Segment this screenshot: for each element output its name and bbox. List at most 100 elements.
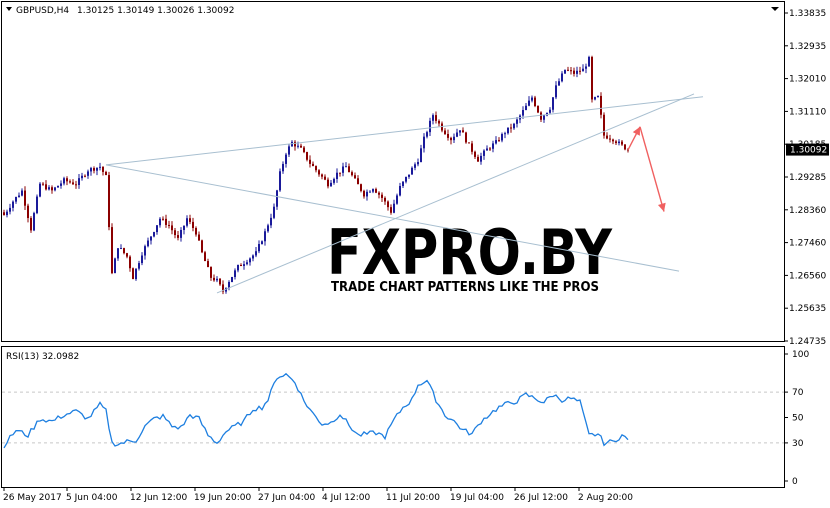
candle-body (417, 162, 419, 165)
candle-body (405, 176, 407, 182)
symbol-header: GBPUSD,H4 1.30125 1.30149 1.30026 1.3009… (6, 6, 234, 16)
candle-body (387, 201, 389, 208)
candle-body (126, 253, 128, 257)
candle-body (612, 139, 614, 142)
candle (132, 267, 134, 280)
candle-body (594, 97, 596, 100)
candle-body (267, 225, 269, 232)
price-tick-label: 1.32010 (789, 75, 826, 85)
candle-body (30, 218, 32, 231)
candle-body (156, 225, 158, 233)
candle (108, 171, 110, 231)
candle-body (108, 175, 110, 228)
candle-body (264, 231, 266, 242)
candle-body (105, 171, 107, 176)
candle (537, 105, 539, 114)
candle-body (168, 224, 170, 226)
candle-body (369, 191, 371, 193)
candle-body (393, 203, 395, 213)
watermark-logo: FXPRO.BY TRADE CHART PATTERNS LIKE THE P… (326, 216, 613, 297)
candle-body (144, 246, 146, 256)
candle-body (96, 167, 98, 171)
candle-body (408, 174, 410, 177)
candle-body (333, 178, 335, 183)
candle (603, 112, 605, 139)
candle-body (561, 73, 563, 82)
candle-body (579, 70, 581, 72)
candle-body (87, 171, 89, 176)
time-tick-label: 27 Jun 04:00 (258, 493, 315, 503)
candle-body (411, 167, 413, 175)
candle-body (525, 105, 527, 111)
candle (468, 142, 470, 144)
candle-body (390, 207, 392, 213)
candle-body (33, 213, 35, 231)
candle-body (324, 176, 326, 180)
candle-body (366, 191, 368, 197)
candle-body (12, 201, 14, 208)
candle-body (591, 56, 593, 100)
candle (204, 250, 206, 262)
candle-body (573, 70, 575, 74)
candle-body (48, 187, 50, 190)
candle (201, 239, 203, 254)
time-tick-label: 11 Jul 20:00 (386, 493, 440, 503)
candle-body (384, 197, 386, 202)
candle-body (174, 230, 176, 236)
candle-body (465, 132, 467, 143)
candle-body (243, 264, 245, 266)
candle-body (18, 195, 20, 197)
candle-body (135, 268, 137, 280)
candle-body (132, 268, 134, 280)
candle-body (51, 187, 53, 191)
candle-body (567, 69, 569, 71)
time-tick-label: 26 Jul 12:00 (514, 493, 568, 503)
candle-body (375, 189, 377, 193)
price-tick-label: 1.25635 (789, 304, 826, 314)
candle-body (216, 278, 218, 281)
candle-body (372, 189, 374, 192)
candle-body (294, 141, 296, 147)
candle-body (357, 178, 359, 185)
candle-body (171, 225, 173, 231)
candle-body (381, 194, 383, 198)
candle-body (570, 70, 572, 72)
candle-body (189, 218, 191, 222)
rsi-tick-label: 30 (792, 439, 804, 449)
price-tick-label: 1.31110 (789, 107, 826, 117)
candle-body (261, 241, 263, 245)
candle-body (36, 196, 38, 214)
candle-body (300, 145, 302, 148)
candle-body (543, 115, 545, 120)
candle-body (258, 244, 260, 252)
price-tick-label: 1.27460 (789, 239, 826, 249)
candle-body (459, 130, 461, 133)
candle (279, 168, 281, 192)
candle-body (447, 133, 449, 138)
candle-body (252, 255, 254, 259)
candle-body (21, 190, 23, 196)
candle-body (129, 256, 131, 269)
candle-body (327, 179, 329, 187)
rsi-panel (1, 346, 785, 488)
candle-body (588, 56, 590, 67)
candle-body (84, 175, 86, 177)
candle-body (138, 263, 140, 269)
candle-body (489, 148, 491, 150)
candle-body (288, 146, 290, 155)
price-tick-label: 1.24735 (789, 337, 826, 347)
candle-body (180, 229, 182, 238)
candle (39, 182, 41, 198)
candle-body (537, 106, 539, 113)
candle-body (453, 136, 455, 141)
candle-body (81, 175, 83, 179)
candle-body (456, 132, 458, 137)
candle (30, 216, 32, 233)
candle-body (504, 133, 506, 135)
time-tick-label: 19 Jul 04:00 (450, 493, 504, 503)
rsi-tick-label: 70 (792, 388, 804, 398)
candle-body (45, 184, 47, 190)
candle-body (120, 248, 122, 250)
candle-body (597, 95, 599, 98)
candle-body (147, 240, 149, 247)
